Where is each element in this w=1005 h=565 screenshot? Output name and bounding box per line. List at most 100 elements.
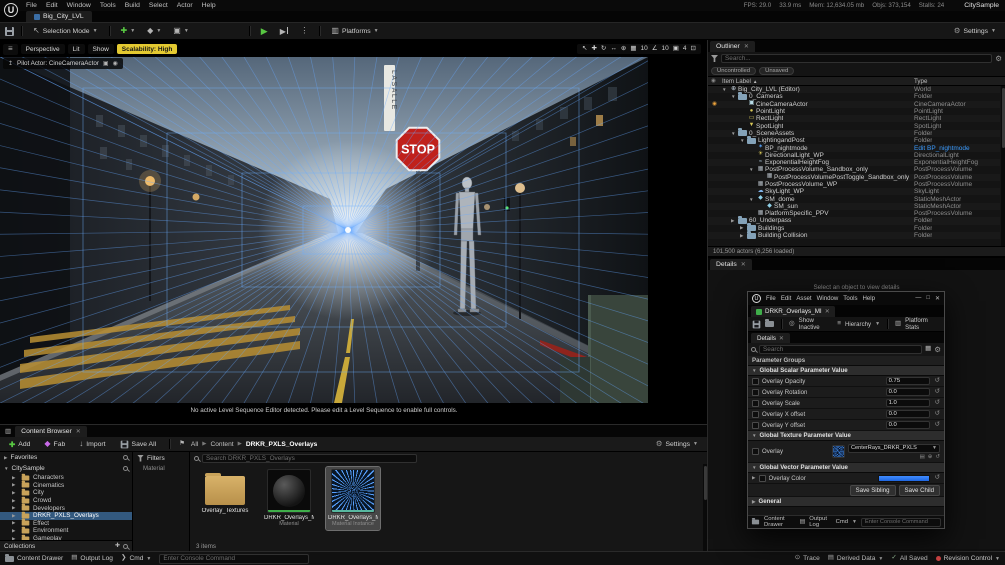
menu-tools[interactable]: Tools bbox=[100, 2, 116, 9]
table-row[interactable]: ▦PlatformSpecific_PPVPostProcessVolume bbox=[708, 210, 1000, 217]
reset-icon[interactable]: ↺ bbox=[935, 475, 940, 481]
texture-select[interactable]: CenterRays_DRKR_PXLS▼ bbox=[848, 444, 940, 453]
display-options-icon[interactable]: ▦ bbox=[925, 346, 931, 353]
menu-window[interactable]: Window bbox=[67, 2, 91, 9]
content-drawer-button[interactable]: Content Drawer bbox=[5, 555, 63, 562]
sidebar-item-drkr-pxls-overlays[interactable]: ▶DRKR_PXLS_Overlays bbox=[0, 512, 132, 520]
camera-speed-icon[interactable]: ▣ bbox=[673, 46, 679, 53]
edit-blueprint-link[interactable]: Edit BP_nightmode bbox=[914, 145, 970, 152]
lock-view-icon[interactable]: ◉ bbox=[113, 61, 118, 67]
content-drawer-icon[interactable] bbox=[752, 520, 759, 525]
cinematics-button[interactable]: ▣▼ bbox=[169, 25, 193, 37]
grid-snap-value[interactable]: 10 bbox=[640, 46, 647, 53]
menu-edit[interactable]: Edit bbox=[46, 2, 58, 9]
cmd-dropdown[interactable]: Cmd bbox=[836, 519, 848, 525]
sidebar-item-crowd[interactable]: ▶Crowd bbox=[0, 497, 132, 505]
revision-control-dropdown[interactable]: Revision Control▼ bbox=[936, 555, 1000, 562]
mi-menu-asset[interactable]: Asset bbox=[796, 295, 811, 302]
grid-snap-icon[interactable]: ▦ bbox=[630, 46, 636, 53]
browse-icon[interactable]: ▤ bbox=[920, 454, 925, 460]
override-checkbox[interactable] bbox=[752, 389, 759, 396]
pilot-actor-bar[interactable]: ↥ Pilot Actor: CineCameraActor ▣ ◉ bbox=[3, 58, 123, 69]
bookmark-icon[interactable]: ⚑ bbox=[179, 441, 185, 448]
asset-tile-material-instance[interactable]: DRKR_Overlays_MI Material Instance bbox=[326, 467, 380, 530]
mi-title-bar[interactable]: U File Edit Asset Window Tools Help —□✕ bbox=[748, 292, 944, 305]
close-icon[interactable]: ✕ bbox=[779, 335, 784, 342]
override-checkbox[interactable] bbox=[752, 448, 759, 455]
output-log-button[interactable]: Output Log bbox=[809, 516, 831, 528]
maximize-icon[interactable]: □ bbox=[926, 295, 930, 302]
param-value-field[interactable]: 0.0 bbox=[886, 388, 930, 396]
chevron-down-icon[interactable]: ▼ bbox=[731, 94, 738, 99]
vector-section-header[interactable]: ▼Global Vector Parameter Value bbox=[748, 463, 944, 473]
settings-dropdown[interactable]: ⚙ Settings ▼ bbox=[950, 25, 1000, 37]
scalability-badge[interactable]: Scalability: High bbox=[117, 44, 178, 54]
save-icon[interactable] bbox=[753, 320, 761, 328]
table-row[interactable]: ☁SkyLight_WPSkyLight bbox=[708, 188, 1000, 195]
gear-icon[interactable]: ⚙ bbox=[995, 55, 1002, 63]
add-content-button[interactable]: ✚▼ bbox=[117, 25, 140, 37]
gear-icon[interactable]: ⚙ bbox=[934, 346, 941, 354]
override-checkbox[interactable] bbox=[759, 475, 766, 482]
outliner-scrollbar[interactable] bbox=[1001, 86, 1005, 246]
derived-data-dropdown[interactable]: ▤Derived Data▼ bbox=[828, 555, 884, 562]
asset-search-input[interactable] bbox=[202, 454, 417, 463]
table-row[interactable]: ▦PostProcessVolume_WPPostProcessVolume bbox=[708, 181, 1000, 188]
table-row[interactable]: ▼▦PostProcessVolume_Sandbox_onlyPostProc… bbox=[708, 166, 1000, 173]
param-value-field[interactable]: 0.0 bbox=[886, 410, 930, 418]
param-value-field[interactable]: 0.75 bbox=[886, 377, 930, 385]
table-row[interactable]: ▼LightingandPostFolder bbox=[708, 137, 1000, 144]
output-log-button[interactable]: ▤Output Log bbox=[71, 555, 113, 562]
reset-icon[interactable]: ↺ bbox=[935, 422, 940, 428]
favorites-header[interactable]: ▶Favorites bbox=[0, 452, 132, 463]
chevron-right-icon[interactable]: ▶ bbox=[731, 218, 738, 224]
close-icon[interactable]: ✕ bbox=[744, 43, 749, 50]
chevron-down-icon[interactable]: ▼ bbox=[731, 131, 738, 136]
minimize-icon[interactable]: — bbox=[915, 295, 921, 302]
close-icon[interactable]: ✕ bbox=[741, 261, 746, 268]
mi-menu-help[interactable]: Help bbox=[863, 295, 876, 302]
browse-to-asset-icon[interactable] bbox=[765, 321, 774, 327]
add-button[interactable]: ✚Add bbox=[5, 438, 34, 451]
rotate-tool-icon[interactable]: ↻ bbox=[601, 46, 606, 53]
chip-uncontrolled[interactable]: Uncontrolled bbox=[711, 67, 756, 75]
search-icon[interactable] bbox=[123, 455, 128, 460]
sidebar-item-effect[interactable]: ▶Effect bbox=[0, 520, 132, 528]
reset-icon[interactable]: ↺ bbox=[935, 378, 940, 384]
chip-unsaved[interactable]: Unsaved bbox=[759, 67, 794, 75]
close-icon[interactable]: ✕ bbox=[76, 428, 81, 435]
table-row[interactable]: ◉▣CineCameraActorCineCameraActor bbox=[708, 101, 1000, 108]
select-tool-icon[interactable]: ↖ bbox=[582, 46, 587, 53]
reset-icon[interactable]: ↺ bbox=[935, 454, 940, 460]
chevron-right-icon[interactable]: ▶ bbox=[740, 225, 747, 231]
mode-dropdown[interactable]: ↖ Selection Mode ▼ bbox=[29, 25, 102, 37]
viewport-options-button[interactable]: ≡ bbox=[3, 44, 18, 55]
menu-file[interactable]: File bbox=[26, 2, 37, 9]
chevron-down-icon[interactable]: ▼ bbox=[749, 167, 756, 172]
column-type[interactable]: Type bbox=[914, 78, 927, 85]
mi-search-input[interactable] bbox=[759, 345, 922, 354]
save-child-button[interactable]: Save Child bbox=[899, 485, 940, 496]
tab-details[interactable]: Details ✕ bbox=[710, 259, 752, 270]
close-icon[interactable]: ✕ bbox=[935, 295, 940, 302]
sidebar-item-environment[interactable]: ▶Environment bbox=[0, 527, 132, 535]
chevron-down-icon[interactable]: ▼ bbox=[740, 138, 747, 143]
override-checkbox[interactable] bbox=[752, 400, 759, 407]
collections-bar[interactable]: Collections✚ bbox=[0, 540, 132, 551]
table-row[interactable]: ☀DirectionalLight_WPDirectionalLight bbox=[708, 152, 1000, 159]
tab-mi-details[interactable]: Details ✕ bbox=[751, 333, 790, 343]
skip-button[interactable]: ▶ bbox=[276, 25, 293, 38]
search-icon[interactable] bbox=[123, 466, 128, 471]
menu-actor[interactable]: Actor bbox=[177, 2, 193, 9]
table-row[interactable]: ▶60_UnderpassFolder bbox=[708, 217, 1000, 224]
override-checkbox[interactable] bbox=[752, 411, 759, 418]
perspective-dropdown[interactable]: Perspective bbox=[21, 44, 65, 54]
move-tool-icon[interactable]: ✚ bbox=[591, 46, 596, 53]
table-row[interactable]: ▼◆SM_domeStaticMeshActor bbox=[708, 195, 1000, 202]
world-space-icon[interactable]: ⊕ bbox=[621, 46, 626, 53]
sidebar-item-characters[interactable]: ▶Characters bbox=[0, 474, 132, 482]
table-row[interactable]: ▼0_SceneAssetsFolder bbox=[708, 130, 1000, 137]
color-swatch[interactable] bbox=[878, 475, 930, 482]
level-viewport[interactable]: LASALLE STOP bbox=[0, 40, 707, 424]
sidebar-item-cinematics[interactable]: ▶Cinematics bbox=[0, 482, 132, 490]
